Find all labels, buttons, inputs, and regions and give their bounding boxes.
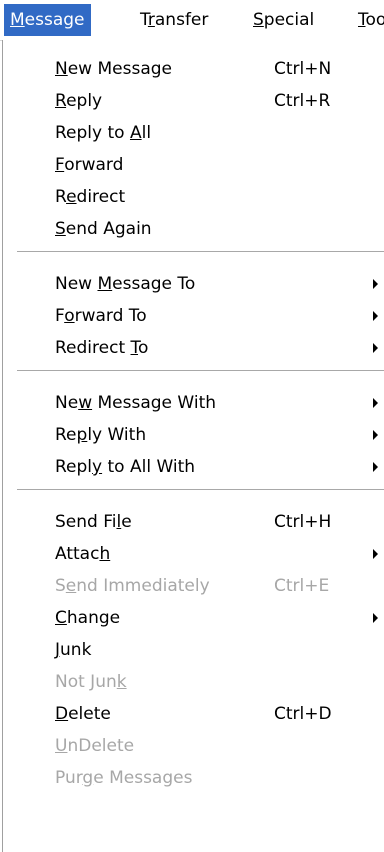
menubar-transfer[interactable]: Transfer: [134, 4, 214, 36]
menu-item-attach[interactable]: Attach: [3, 538, 384, 570]
menu-item-reply-with[interactable]: Reply With: [3, 419, 384, 451]
menu-item-label: Send Again: [55, 219, 152, 239]
menu-item-redirect-to[interactable]: Redirect To: [3, 332, 384, 364]
menubar-tools[interactable]: Too: [352, 4, 384, 36]
menu-item-send-file[interactable]: Send File Ctrl+H: [3, 506, 384, 538]
menu-separator: [17, 489, 384, 491]
menu-item-label: Send Immediately: [55, 576, 210, 596]
menu-item-send-immediately: Send Immediately Ctrl+E: [3, 570, 384, 602]
menu-item-new-message-with[interactable]: New Message With: [3, 387, 384, 419]
menu-item-label: UnDelete: [55, 736, 135, 756]
menu-item-label: Reply With: [55, 425, 147, 445]
menu-item-not-junk: Not Junk: [3, 666, 384, 698]
menu-item-label: Delete: [55, 704, 111, 724]
menu-item-label: Attach: [55, 544, 111, 564]
submenu-arrow-icon: [373, 343, 378, 353]
menu-item-change[interactable]: Change: [3, 602, 384, 634]
shortcut-label: Ctrl+H: [274, 512, 332, 532]
menu-item-delete[interactable]: Delete Ctrl+D: [3, 698, 384, 730]
shortcut-label: Ctrl+E: [274, 576, 330, 596]
menu-item-label: Reply to All With: [55, 457, 196, 477]
submenu-arrow-icon: [373, 462, 378, 472]
menu-item-label: Redirect: [55, 187, 126, 207]
menu-item-junk[interactable]: Junk: [3, 634, 384, 666]
menu-item-send-again[interactable]: Send Again: [3, 213, 384, 245]
menu-item-label: Forward: [55, 155, 124, 175]
submenu-arrow-icon: [373, 613, 378, 623]
menu-item-label: Purge Messages: [55, 768, 193, 788]
menu-item-forward-to[interactable]: Forward To: [3, 300, 384, 332]
message-menu: New Message Ctrl+N Reply Ctrl+R Reply to A…: [2, 40, 384, 852]
menu-item-reply-to-all-with[interactable]: Reply to All With: [3, 451, 384, 483]
submenu-arrow-icon: [373, 398, 378, 408]
menubar-special[interactable]: Special: [247, 4, 320, 36]
menu-item-label: Reply to All: [55, 123, 152, 143]
menu-item-label: New Message To: [55, 274, 196, 294]
menu-item-label: Send File: [55, 512, 132, 532]
menu-item-label: New Message With: [55, 393, 217, 413]
menu-item-redirect[interactable]: Redirect: [3, 181, 384, 213]
menu-item-new-message[interactable]: New Message Ctrl+N: [3, 53, 384, 85]
menu-item-new-message-to[interactable]: New Message To: [3, 268, 384, 300]
shortcut-label: Ctrl+D: [274, 704, 332, 724]
menu-item-reply-to-all[interactable]: Reply to All: [3, 117, 384, 149]
menu-item-label: New Message: [55, 59, 172, 79]
menu-item-label: Not Junk: [55, 672, 127, 692]
menu-bar: Message Transfer Special Too: [0, 0, 384, 41]
shortcut-label: Ctrl+R: [274, 91, 331, 111]
menu-item-forward[interactable]: Forward: [3, 149, 384, 181]
submenu-arrow-icon: [373, 549, 378, 559]
menu-item-purge-messages: Purge Messages: [3, 762, 384, 794]
menu-separator: [17, 251, 384, 253]
shortcut-label: Ctrl+N: [274, 59, 332, 79]
menu-item-reply[interactable]: Reply Ctrl+R: [3, 85, 384, 117]
menu-item-undelete: UnDelete: [3, 730, 384, 762]
menu-item-label: Redirect To: [55, 338, 149, 358]
submenu-arrow-icon: [373, 279, 378, 289]
menubar-message[interactable]: Message: [4, 4, 91, 36]
menu-item-label: Reply: [55, 91, 103, 111]
menu-separator: [17, 370, 384, 372]
menu-item-label: Change: [55, 608, 121, 628]
menu-item-label: Forward To: [55, 306, 147, 326]
menu-item-label: Junk: [55, 640, 92, 660]
submenu-arrow-icon: [373, 430, 378, 440]
submenu-arrow-icon: [373, 311, 378, 321]
